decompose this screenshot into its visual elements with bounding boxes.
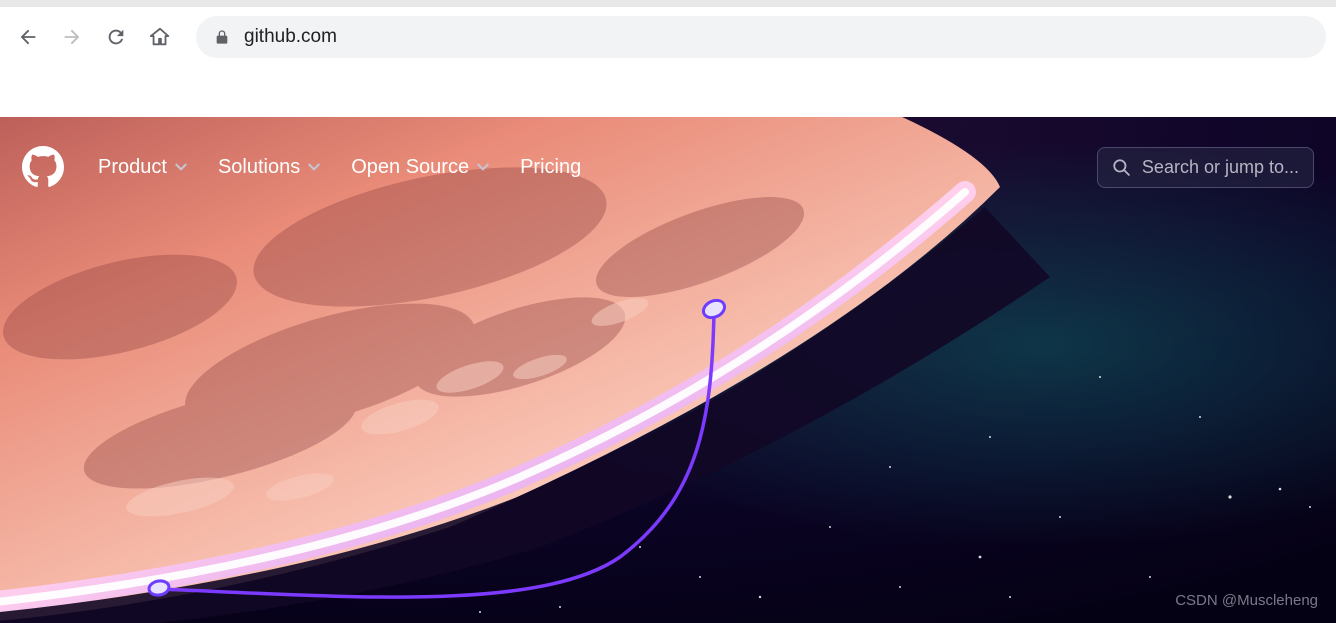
back-button[interactable] — [10, 19, 46, 55]
github-logo-icon[interactable] — [22, 146, 64, 188]
browser-toolbar: github.com — [0, 7, 1336, 67]
nav-label: Product — [98, 156, 167, 179]
chevron-down-icon — [174, 160, 188, 174]
nav-item-product[interactable]: Product — [98, 156, 188, 179]
reload-icon — [105, 26, 127, 48]
nav-item-pricing[interactable]: Pricing — [520, 156, 581, 179]
address-bar[interactable]: github.com — [196, 16, 1326, 58]
nav-label: Solutions — [218, 156, 300, 179]
forward-button[interactable] — [54, 19, 90, 55]
nav-item-open-source[interactable]: Open Source — [351, 156, 490, 179]
browser-tab-bar — [0, 0, 1336, 7]
nav-label: Pricing — [520, 156, 581, 179]
github-primary-nav: Product Solutions Open Source Pricing — [98, 156, 581, 179]
nav-item-solutions[interactable]: Solutions — [218, 156, 321, 179]
github-landing-page: Product Solutions Open Source Pricing Se… — [0, 117, 1336, 623]
home-icon — [149, 26, 171, 48]
forward-arrow-icon — [61, 26, 83, 48]
reload-button[interactable] — [98, 19, 134, 55]
back-arrow-icon — [17, 26, 39, 48]
watermark-text: CSDN @Muscleheng — [1175, 592, 1318, 609]
browser-gap — [0, 67, 1336, 117]
github-search-input[interactable]: Search or jump to... — [1097, 147, 1314, 188]
search-icon — [1112, 158, 1130, 176]
search-placeholder: Search or jump to... — [1142, 157, 1299, 178]
url-text[interactable]: github.com — [244, 26, 1308, 48]
github-header: Product Solutions Open Source Pricing Se… — [0, 117, 1336, 217]
home-button[interactable] — [142, 19, 178, 55]
chevron-down-icon — [307, 160, 321, 174]
nav-label: Open Source — [351, 156, 469, 179]
lock-icon — [214, 29, 230, 45]
chevron-down-icon — [476, 160, 490, 174]
